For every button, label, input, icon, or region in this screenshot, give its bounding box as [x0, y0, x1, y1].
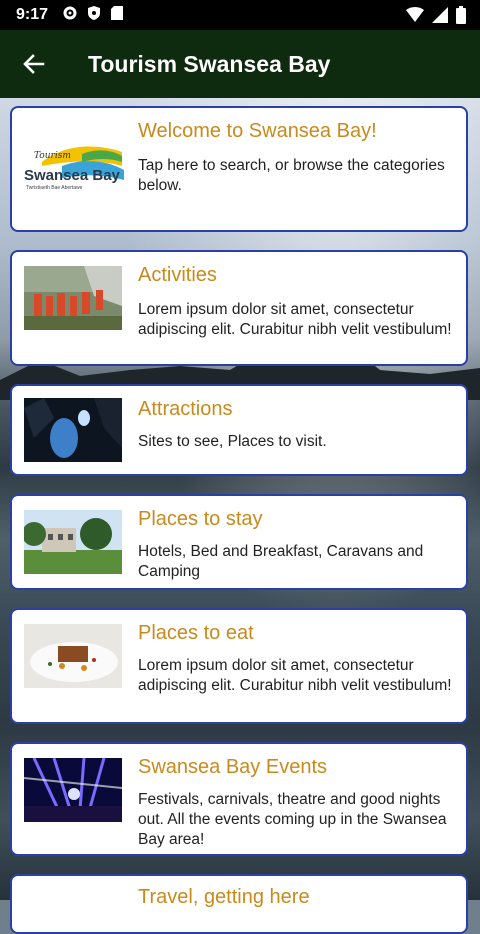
- card-title: Welcome to Swansea Bay!: [138, 120, 377, 142]
- attractions-card[interactable]: Attractions Sites to see, Places to visi…: [10, 384, 468, 476]
- wifi-icon: [406, 7, 424, 28]
- card-title: Swansea Bay Events: [138, 756, 327, 778]
- card-description: Tap here to search, or browse the catego…: [138, 157, 445, 194]
- card-description: Festivals, carnivals, theatre and good n…: [138, 791, 447, 848]
- signal-icon: [432, 7, 448, 28]
- places-to-eat-card[interactable]: Places to eat Lorem ipsum dolor sit amet…: [10, 608, 468, 724]
- attractions-image: [24, 398, 122, 462]
- svg-text:Twristiaeth Bae Abertawe: Twristiaeth Bae Abertawe: [26, 185, 83, 191]
- sd-card-icon: [110, 5, 124, 26]
- places-to-stay-card[interactable]: Places to stay Hotels, Bed and Breakfast…: [10, 494, 468, 590]
- events-card[interactable]: Swansea Bay Events Festivals, carnivals,…: [10, 742, 468, 856]
- card-title: Places to eat: [138, 622, 254, 644]
- shield-icon: [86, 5, 102, 26]
- travel-card[interactable]: Travel, getting here: [10, 874, 468, 934]
- card-description: Sites to see, Places to visit.: [138, 433, 327, 450]
- card-title: Attractions: [138, 398, 233, 420]
- activities-card[interactable]: Activities Lorem ipsum dolor sit amet, c…: [10, 250, 468, 366]
- status-time: 9:17: [16, 6, 49, 23]
- svg-text:Swansea Bay: Swansea Bay: [24, 167, 121, 184]
- card-description: Hotels, Bed and Breakfast, Caravans and …: [138, 543, 424, 580]
- svg-text:Tourism: Tourism: [34, 151, 71, 161]
- back-button[interactable]: [14, 44, 54, 84]
- status-bar: 9:17: [0, 0, 480, 30]
- card-title: Activities: [138, 264, 217, 286]
- tourism-logo: Tourism Swansea Bay Twristiaeth Bae Aber…: [22, 136, 126, 206]
- places-to-eat-image: [24, 624, 122, 688]
- welcome-card[interactable]: Tourism Swansea Bay Twristiaeth Bae Aber…: [10, 106, 468, 232]
- card-description: Lorem ipsum dolor sit amet, consectetur …: [138, 657, 452, 694]
- arrow-left-icon: [23, 54, 45, 74]
- card-title: Places to stay: [138, 508, 263, 530]
- activities-image: [24, 266, 122, 330]
- settings-icon: [62, 5, 78, 26]
- card-title: Travel, getting here: [138, 886, 310, 908]
- page-title: Tourism Swansea Bay: [88, 50, 331, 77]
- card-description: Lorem ipsum dolor sit amet, consectetur …: [138, 301, 452, 338]
- events-image: [24, 758, 122, 822]
- places-to-stay-image: [24, 510, 122, 574]
- app-bar: Tourism Swansea Bay: [0, 30, 480, 98]
- battery-icon: [456, 6, 466, 29]
